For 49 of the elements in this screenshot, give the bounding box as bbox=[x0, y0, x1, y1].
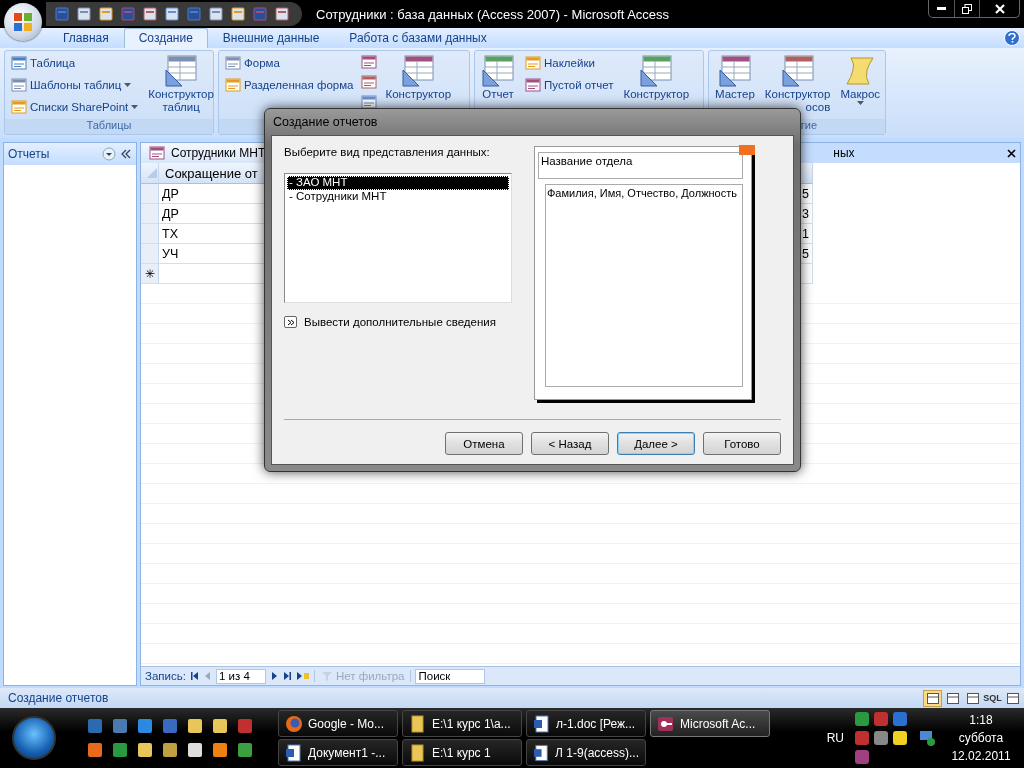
prompt-text: Выберите вид представления данных: bbox=[284, 146, 491, 158]
clock-day: суббота bbox=[958, 731, 1004, 745]
ribbon-tab[interactable]: Главная bbox=[48, 28, 124, 48]
ribbon-large-button[interactable]: Конструктор осов bbox=[762, 54, 833, 116]
preview-body: Фамилия, Имя, Отчество, Должность bbox=[545, 184, 743, 387]
taskbar-button[interactable]: E:\1 курс 1 bbox=[402, 739, 522, 766]
dialog-button[interactable]: Готово bbox=[703, 432, 781, 455]
window-title: Сотрудники : база данных (Access 2007) - Microsoft Access bbox=[316, 6, 670, 22]
ribbon-button[interactable]: Форма bbox=[223, 54, 356, 72]
dialog-title: Создание отчетов bbox=[273, 115, 378, 129]
preview-header: Название отдела bbox=[538, 152, 743, 179]
ribbon-large-button[interactable]: Конструктор таблиц bbox=[146, 54, 216, 116]
ribbon-tab[interactable]: Внешние данные bbox=[207, 28, 335, 48]
ribbon-button[interactable]: Наклейки bbox=[523, 54, 616, 72]
ribbon-large-button[interactable]: Мастер bbox=[713, 54, 757, 116]
ribbon-large-button[interactable]: Конструктор bbox=[383, 54, 454, 116]
taskbar-button[interactable]: Microsoft Ac... bbox=[650, 710, 770, 737]
ribbon-button[interactable]: Разделенная форма bbox=[223, 76, 356, 94]
ribbon-large-button[interactable]: Отчет bbox=[479, 54, 517, 116]
ribbon-button[interactable]: Шаблоны таблиц bbox=[9, 76, 141, 94]
taskbar-button[interactable]: E:\1 курс 1\a... bbox=[402, 710, 522, 737]
taskbar-button[interactable]: Документ1 -... bbox=[278, 739, 398, 766]
status-text: Создание отчетов bbox=[8, 691, 109, 705]
ribbon-button[interactable]: Таблица bbox=[9, 54, 141, 72]
group-label: гие bbox=[800, 119, 817, 131]
dialog-button[interactable]: Далее > bbox=[617, 432, 695, 455]
taskbar-button[interactable]: л-1.doc [Реж... bbox=[526, 710, 646, 737]
ribbon-large-button[interactable]: Макрос bbox=[838, 54, 883, 116]
clock-date: 12.02.2011 bbox=[951, 749, 1011, 763]
ribbon-large-button[interactable]: Конструктор bbox=[621, 54, 692, 116]
ribbon-tab[interactable]: Создание bbox=[123, 28, 208, 48]
more-info-link[interactable]: Вывести дополнительные сведения bbox=[304, 316, 496, 328]
record-number-field[interactable]: 1 из 4 bbox=[215, 668, 266, 684]
view-button[interactable]: SQL bbox=[983, 689, 1002, 707]
ribbon-button[interactable]: Списки SharePoint bbox=[9, 98, 141, 116]
dialog-button[interactable]: Отмена bbox=[445, 432, 523, 455]
language-indicator[interactable]: RU bbox=[826, 731, 844, 745]
ribbon-button[interactable]: Пустой отчет bbox=[523, 76, 616, 94]
taskbar-button[interactable]: Л 1-9(access)... bbox=[526, 739, 646, 766]
list-item[interactable]: - ЗАО МНТ bbox=[287, 176, 509, 190]
new-row-marker: ✳ bbox=[141, 264, 159, 284]
dialog-button[interactable]: < Назад bbox=[531, 432, 609, 455]
clock-time: 1:18 bbox=[969, 713, 993, 727]
search-field[interactable]: Поиск bbox=[415, 668, 486, 684]
record-label: Запись: bbox=[145, 670, 186, 682]
group-label: Таблицы bbox=[86, 119, 132, 131]
taskbar-button[interactable]: Google - Mo... bbox=[278, 710, 398, 737]
ribbon-tab[interactable]: Работа с базами данных bbox=[334, 28, 502, 48]
document-tab[interactable]: ных bbox=[829, 143, 859, 163]
